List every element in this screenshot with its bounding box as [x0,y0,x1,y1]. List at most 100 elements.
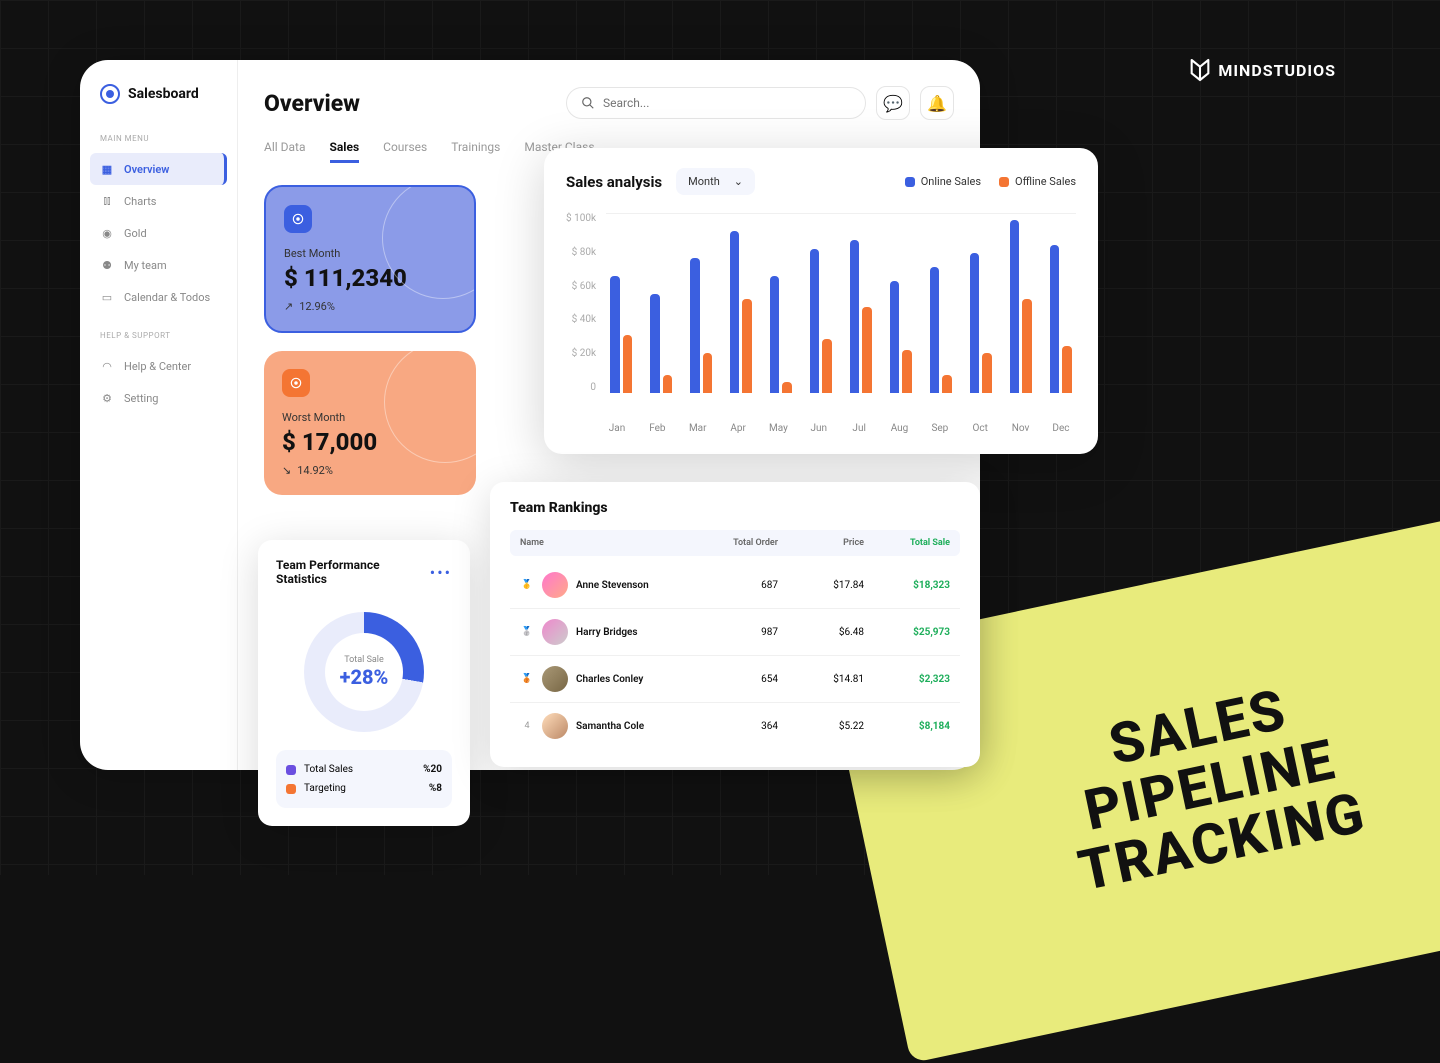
logo-icon [100,84,120,104]
team-rankings-card: Team Rankings Name Total Order Price Tot… [490,482,980,767]
bar-group[interactable] [690,258,712,393]
chat-icon: 💬 [883,94,903,113]
menu-section-label: HELP & SUPPORT [90,331,227,350]
bar-group[interactable] [650,294,672,393]
tab-alldata[interactable]: All Data [264,140,306,163]
total-order: 364 [692,721,778,732]
bar-group[interactable] [930,267,952,393]
rank-badge: 🥇 [520,578,534,592]
kpi-delta: ↗12.96% [284,300,456,313]
table-row[interactable]: 4Samantha Cole364$5.22$8,184 [510,703,960,749]
kpi-best-month[interactable]: Best Month $ 111,2340 ↗12.96% [264,185,476,333]
member-name: Charles Conley [576,674,643,685]
brand-mark-icon [1190,58,1210,82]
table-row[interactable]: 🥇Anne Stevenson687$17.84$18,323 [510,562,960,609]
bar-group[interactable] [1010,220,1032,393]
sidebar-item-help[interactable]: ◠Help & Center [90,350,227,382]
tab-courses[interactable]: Courses [383,140,427,163]
sidebar-item-setting[interactable]: ⚙Setting [90,382,227,414]
legend-offline: Offline Sales [999,175,1076,188]
chevron-down-icon: ⌄ [734,175,743,188]
total-sale: $18,323 [864,580,950,591]
donut-chart: Total Sale +28% [276,602,452,750]
target-icon [284,205,312,233]
bar-group[interactable] [850,240,872,393]
price: $5.22 [778,721,864,732]
avatar [542,713,568,739]
bell-icon: 🔔 [927,94,947,113]
sticker-text: SALES PIPELINE TRACKING [1049,668,1371,901]
sidebar-item-calendar[interactable]: ▭Calendar & Todos [90,281,227,313]
avatar [542,572,568,598]
stat-dot-icon [286,784,296,794]
rank-badge: 🥉 [520,672,534,686]
chart-legend: Online Sales Offline Sales [905,175,1076,188]
header: Overview 💬 🔔 [264,86,954,120]
search-icon [581,96,595,110]
rankings-title: Team Rankings [510,500,960,516]
legend-dot-icon [905,177,915,187]
kpi-label: Best Month [284,247,456,260]
table-row[interactable]: 🥉Charles Conley654$14.81$2,323 [510,656,960,703]
member-name: Harry Bridges [576,627,638,638]
price: $6.48 [778,627,864,638]
kpi-label: Worst Month [282,411,458,424]
chat-button[interactable]: 💬 [876,86,910,120]
menu-section-main: MAIN MENU ▦Overview ⫾⫾Charts ◉Gold ⚉My t… [80,134,237,313]
trend-down-icon: ↘ [282,464,291,477]
total-sale: $8,184 [864,721,950,732]
performance-stats: Total Sales %20 Targeting %8 [276,750,452,808]
table-row[interactable]: 🥈Harry Bridges987$6.48$25,973 [510,609,960,656]
notifications-button[interactable]: 🔔 [920,86,954,120]
kpi-value: $ 111,2340 [284,264,456,292]
sidebar-item-charts[interactable]: ⫾⫾Charts [90,185,227,217]
total-order: 654 [692,674,778,685]
kpi-worst-month[interactable]: Worst Month $ 17,000 ↘14.92% [264,351,476,495]
x-axis: JanFebMarAprMayJunJulAugSepOctNovDec [566,423,1076,434]
chart-body: $ 100k$ 80k$ 60k$ 40k$ 20k0 [566,213,1076,413]
bar-group[interactable] [810,249,832,393]
avatar [542,666,568,692]
search-input[interactable] [603,96,851,110]
tab-trainings[interactable]: Trainings [451,140,500,163]
member-name: Samantha Cole [576,721,644,732]
total-order: 987 [692,627,778,638]
chart-icon: ⫾⫾ [100,194,114,208]
total-sale: $2,323 [864,674,950,685]
gear-icon: ⚙ [100,391,114,405]
donut-value: +28% [340,665,389,689]
rank-badge: 🥈 [520,625,534,639]
card-title: Team Performance Statistics [276,558,430,586]
legend-online: Online Sales [905,175,981,188]
app-logo[interactable]: Salesboard [80,84,237,134]
sidebar-item-myteam[interactable]: ⚉My team [90,249,227,281]
avatar [542,619,568,645]
total-order: 687 [692,580,778,591]
rankings-header: Name Total Order Price Total Sale [510,530,960,556]
period-select[interactable]: Month⌄ [676,168,755,195]
more-button[interactable]: ••• [430,563,452,582]
bar-group[interactable] [770,276,792,393]
tab-sales[interactable]: Sales [330,140,360,163]
sidebar-item-gold[interactable]: ◉Gold [90,217,227,249]
bars-area [606,213,1076,393]
team-icon: ⚉ [100,258,114,272]
bar-group[interactable] [730,231,752,393]
bar-group[interactable] [890,281,912,393]
bar-group[interactable] [610,276,632,393]
rankings-body: 🥇Anne Stevenson687$17.84$18,323 🥈 Harry Br… [510,562,960,749]
kpi-cards: Best Month $ 111,2340 ↗12.96% Worst Mont… [264,185,476,495]
sidebar-item-overview[interactable]: ▦Overview [90,153,227,185]
brand-logo: MINDSTUDIOS [1190,58,1336,82]
bar-group[interactable] [1050,245,1072,393]
bar-group[interactable] [970,253,992,393]
price: $17.84 [778,580,864,591]
donut-label: Total Sale [340,655,389,665]
sales-analysis-card: Sales analysis Month⌄ Online Sales Offli… [544,148,1098,454]
legend-dot-icon [999,177,1009,187]
sidebar: Salesboard MAIN MENU ▦Overview ⫾⫾Charts … [80,60,238,770]
calendar-icon: ▭ [100,290,114,304]
chart-header: Sales analysis Month⌄ Online Sales Offli… [566,168,1076,195]
search-field[interactable] [566,87,866,119]
team-performance-card: Team Performance Statistics ••• Total Sa… [258,540,470,826]
